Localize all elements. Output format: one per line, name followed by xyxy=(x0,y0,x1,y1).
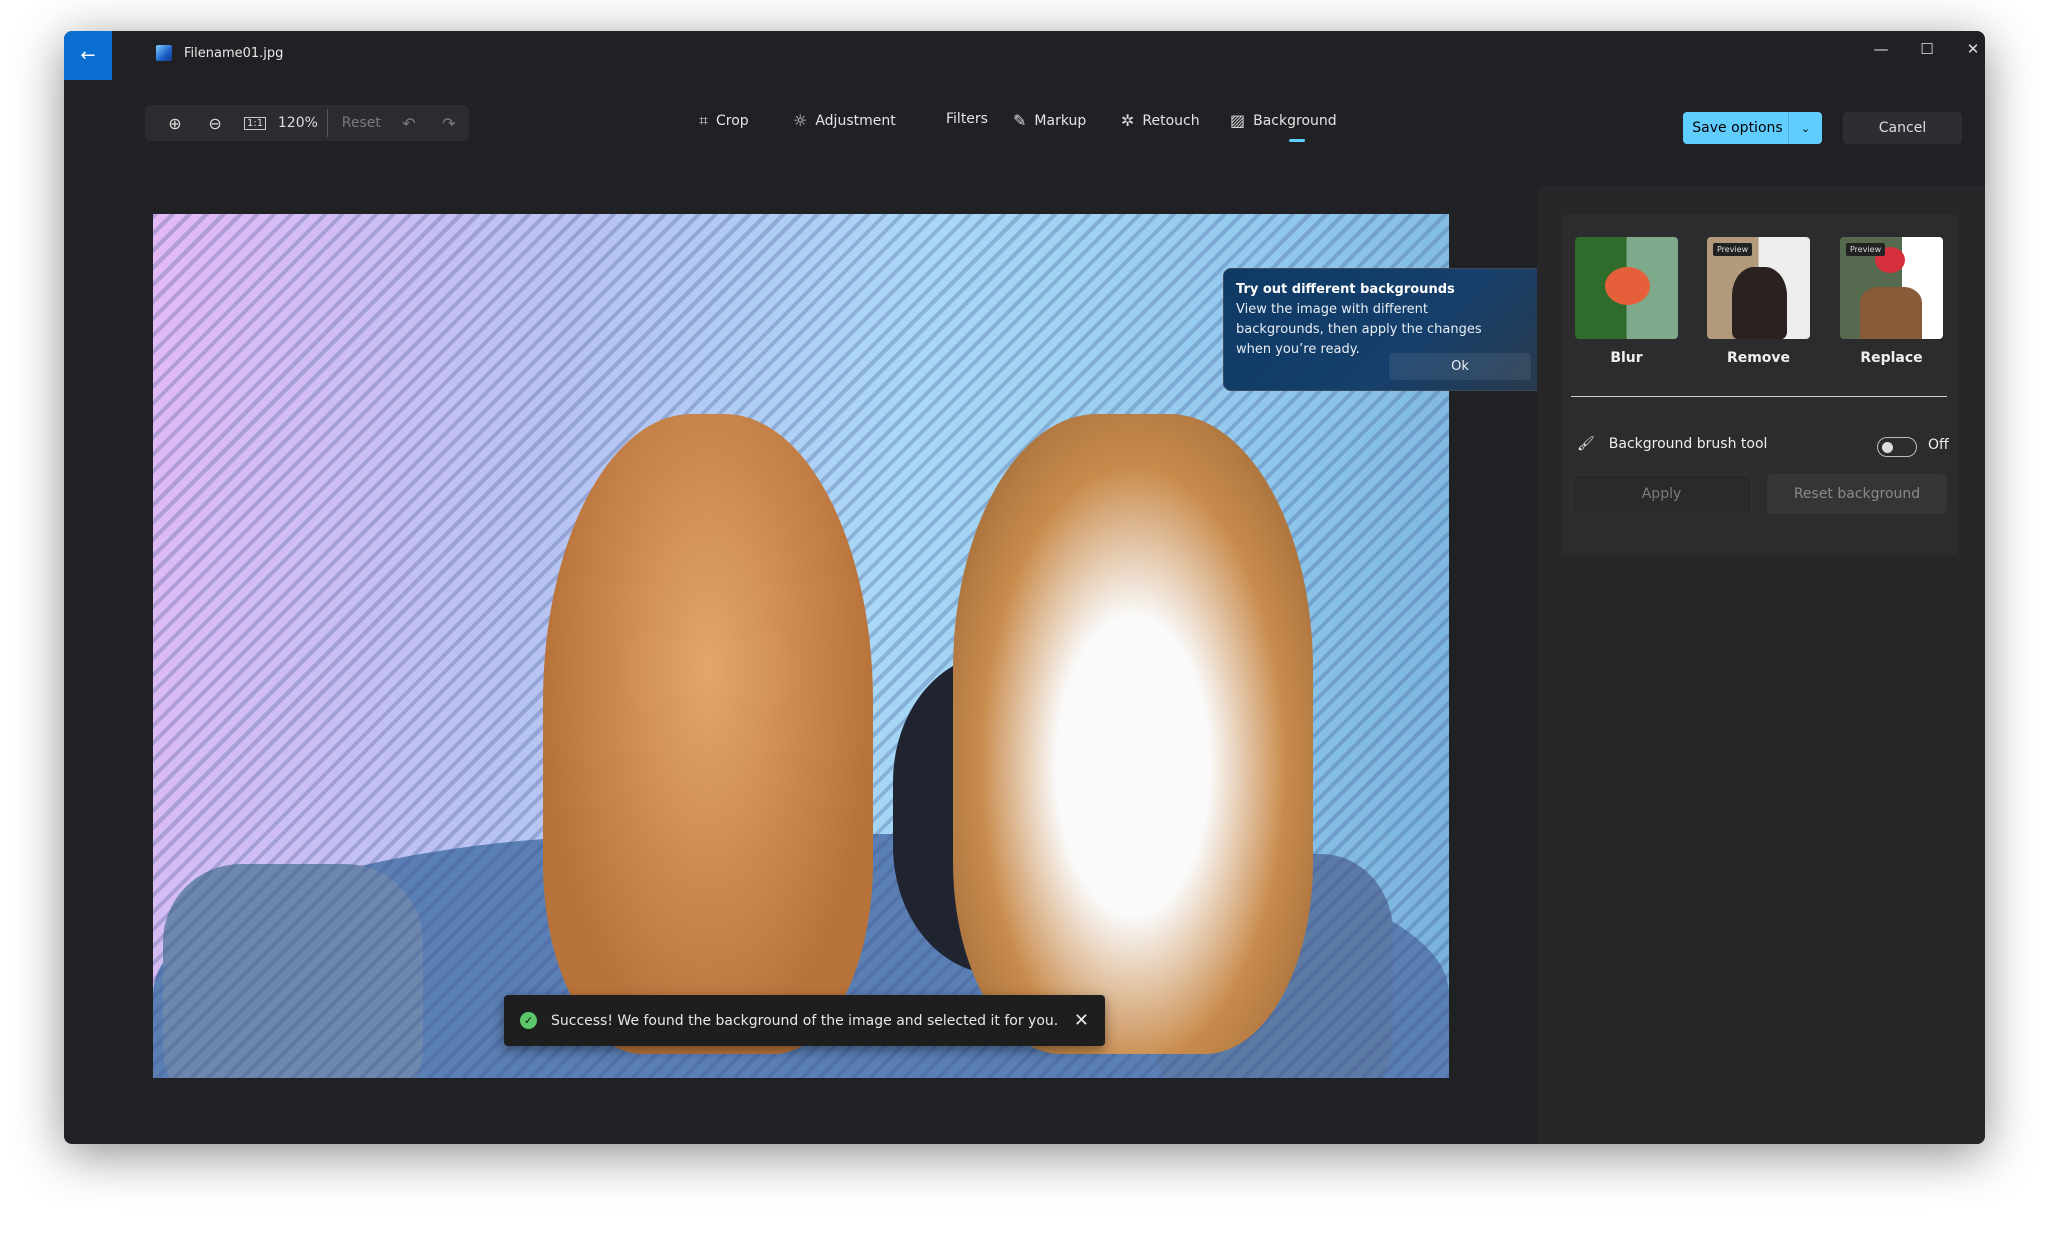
reset-background-button[interactable]: Reset background xyxy=(1767,474,1947,514)
success-toast: ✓ Success! We found the background of th… xyxy=(504,995,1105,1046)
zoom-level[interactable]: 120% xyxy=(275,115,321,131)
chevron-down-icon[interactable]: ⌄ xyxy=(1788,112,1822,144)
preview-badge: Preview xyxy=(1713,243,1753,256)
tip-title: Try out different backgrounds xyxy=(1236,282,1455,297)
remove-option-label[interactable]: Remove xyxy=(1707,350,1810,366)
tab-filters[interactable]: Filters xyxy=(946,111,988,127)
zoom-in-icon[interactable]: ⊕ xyxy=(155,114,195,133)
save-options-button[interactable]: Save options ⌄ xyxy=(1683,112,1822,144)
divider xyxy=(1571,396,1947,397)
blur-option-label[interactable]: Blur xyxy=(1575,350,1678,366)
background-icon: ▨ xyxy=(1230,111,1246,130)
tab-markup[interactable]: ✎ Markup xyxy=(1013,111,1086,130)
actual-size-icon[interactable]: 1:1 xyxy=(235,116,275,130)
title-bar: Filename01.jpg xyxy=(156,45,283,61)
background-panel: Blur Preview Remove Preview Replace 🖌︎ Ba… xyxy=(1537,186,1985,1144)
pen-icon: ✎ xyxy=(1013,111,1027,130)
close-icon[interactable]: ✕ xyxy=(1074,1010,1089,1031)
photos-editor-window: ← Filename01.jpg — ☐ ✕ ⊕ ⊖ 1:1 120% Rese… xyxy=(64,31,1985,1144)
replace-option-thumbnail[interactable]: Preview xyxy=(1840,237,1943,339)
teaching-tip: Try out different backgrounds View the i… xyxy=(1223,268,1544,391)
file-name: Filename01.jpg xyxy=(184,45,284,61)
active-tab-indicator xyxy=(1289,139,1305,142)
close-button[interactable]: ✕ xyxy=(1958,37,1985,61)
arrow-left-icon: ← xyxy=(80,45,96,66)
puppy xyxy=(543,414,873,1054)
toggle-state: Off xyxy=(1928,437,1949,453)
divider xyxy=(326,109,328,137)
corgi xyxy=(953,414,1313,1054)
photos-app-icon xyxy=(156,45,172,61)
tab-adjustment[interactable]: ☼ Adjustment xyxy=(793,111,896,130)
maximize-button[interactable]: ☐ xyxy=(1912,37,1942,61)
back-button[interactable]: ← xyxy=(64,31,112,80)
preview-badge: Preview xyxy=(1846,243,1886,256)
replace-option-label[interactable]: Replace xyxy=(1840,350,1943,366)
crop-icon: ⌗ xyxy=(699,111,709,130)
cancel-button[interactable]: Cancel xyxy=(1843,112,1962,144)
apply-button[interactable]: Apply xyxy=(1571,474,1752,514)
toast-message: Success! We found the background of the … xyxy=(551,1012,1059,1029)
tab-retouch[interactable]: ✲ Retouch xyxy=(1121,111,1200,130)
tip-body: View the image with different background… xyxy=(1236,302,1482,357)
brush-icon: 🖌︎ xyxy=(1577,436,1595,452)
blur-option-thumbnail[interactable] xyxy=(1575,237,1678,339)
brush-tool-toggle[interactable] xyxy=(1877,437,1917,457)
tab-crop[interactable]: ⌗ Crop xyxy=(699,111,749,131)
retouch-icon: ✲ xyxy=(1121,111,1135,130)
check-circle-icon: ✓ xyxy=(520,1012,537,1029)
background-options-card: Blur Preview Remove Preview Replace 🖌︎ Ba… xyxy=(1561,214,1958,555)
brightness-icon: ☼ xyxy=(793,111,808,130)
minimize-button[interactable]: — xyxy=(1866,37,1896,61)
brush-tool-row: 🖌︎ Background brush tool xyxy=(1577,436,1768,452)
zoom-out-icon[interactable]: ⊖ xyxy=(195,114,235,133)
remove-option-thumbnail[interactable]: Preview xyxy=(1707,237,1810,339)
reset-button[interactable]: Reset xyxy=(334,115,389,131)
undo-icon[interactable]: ↶ xyxy=(389,114,429,133)
ok-button[interactable]: Ok xyxy=(1389,353,1531,380)
redo-icon[interactable]: ↷ xyxy=(429,114,469,133)
tab-background[interactable]: ▨ Background xyxy=(1230,111,1337,130)
zoom-toolbar: ⊕ ⊖ 1:1 120% Reset ↶ ↷ xyxy=(145,105,469,141)
